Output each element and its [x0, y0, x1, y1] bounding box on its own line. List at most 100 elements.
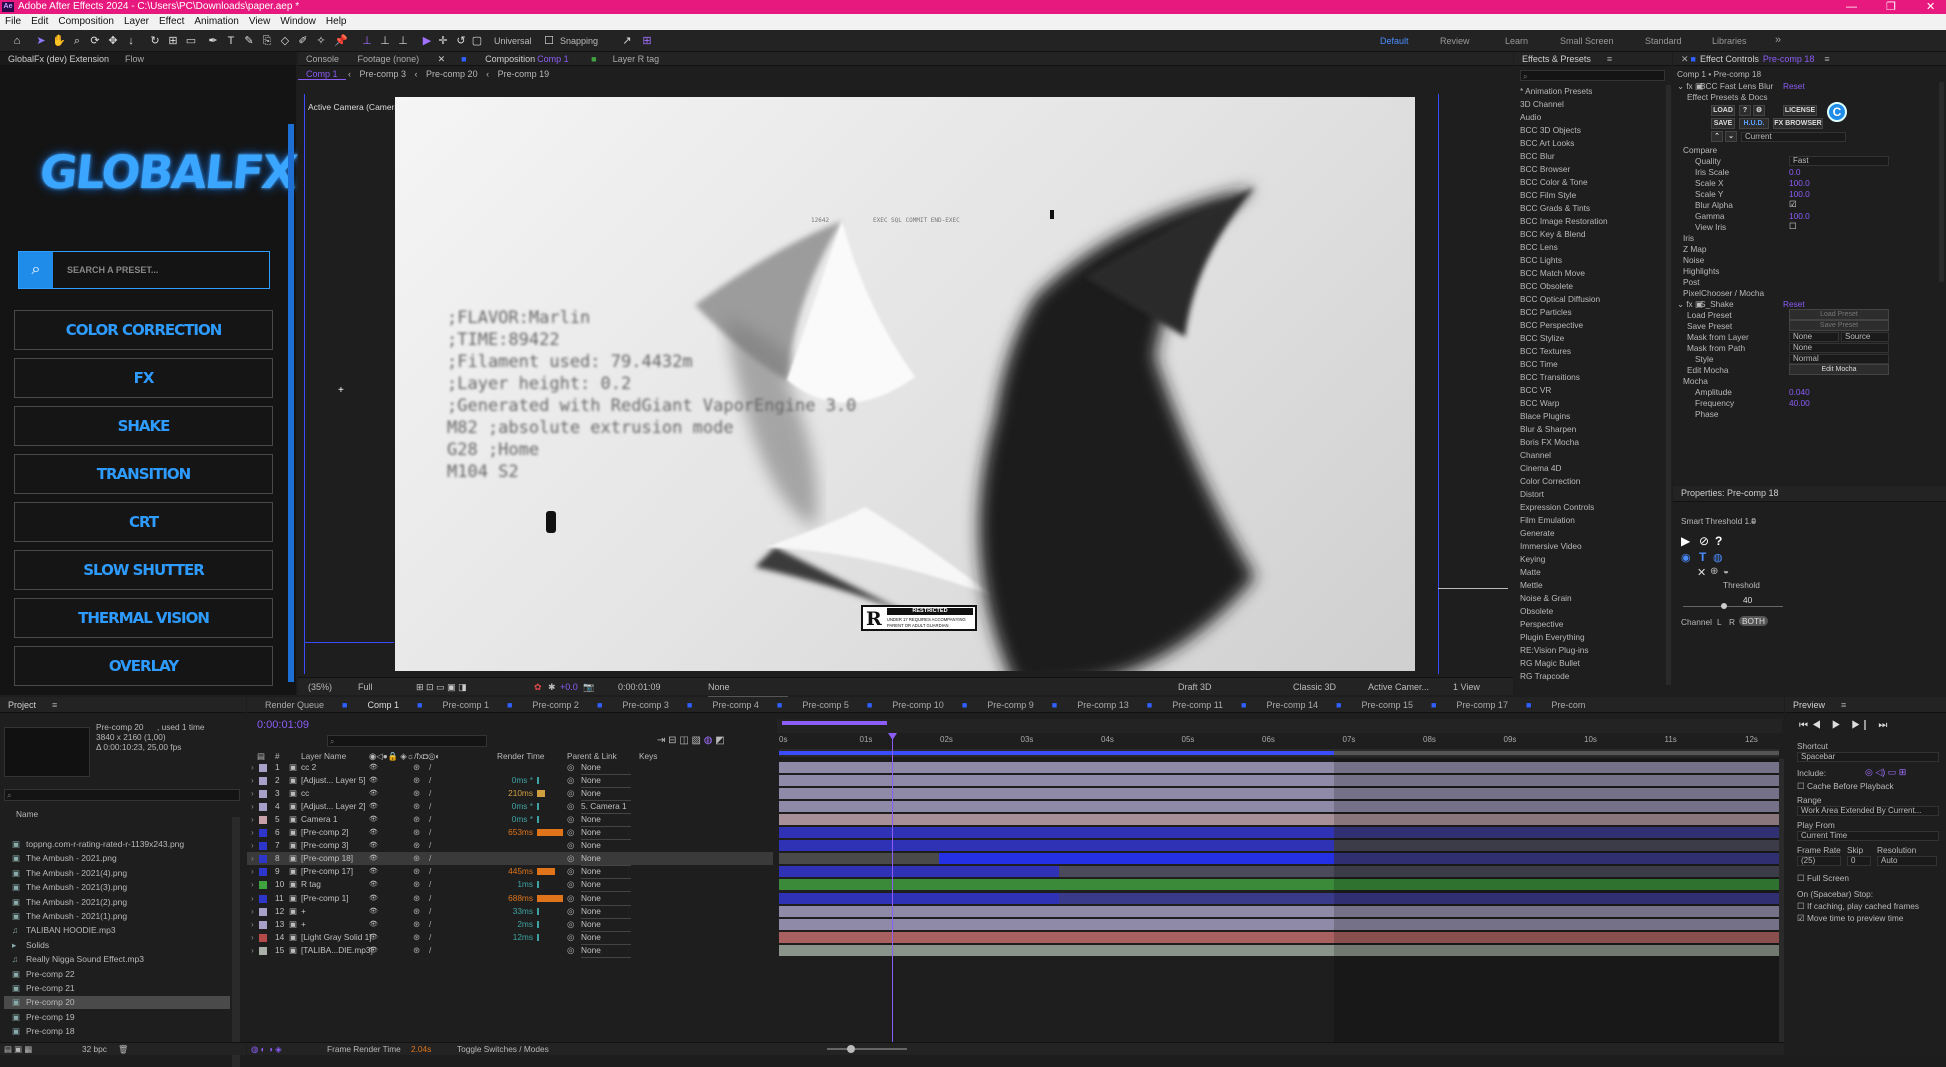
expand-arrow-icon[interactable]: ›: [251, 800, 254, 813]
layer-name[interactable]: [Adjust... Layer 2]: [301, 800, 366, 813]
pickwhip-icon[interactable]: ◎: [567, 878, 574, 891]
roto-tool-icon[interactable]: ✐: [296, 34, 310, 48]
layer-name[interactable]: [Pre-comp 1]: [301, 892, 349, 905]
snapping-checkbox-icon[interactable]: ☐: [542, 34, 556, 48]
preset-down-icon[interactable]: ⌄: [1725, 131, 1737, 142]
views-dropdown[interactable]: 1 View: [1453, 678, 1480, 696]
gear-icon[interactable]: ⚙: [1753, 105, 1765, 116]
if-caching-label[interactable]: If caching, play cached frames: [1807, 901, 1919, 911]
layer-name[interactable]: [Pre-comp 2]: [301, 826, 349, 839]
shy-icon[interactable]: ⊛: [413, 944, 420, 957]
layer-duration-bar[interactable]: [779, 827, 1334, 839]
project-item[interactable]: ♫ Really Nigga Sound Effect.mp3: [4, 953, 230, 966]
expand-arrow-icon[interactable]: ›: [251, 839, 254, 852]
effects-category[interactable]: Blace Plugins: [1520, 411, 1570, 421]
timeline-footer-icons[interactable]: ◍ ◐ ◑ ◈: [251, 1044, 282, 1054]
effects-category[interactable]: BCC Blur: [1520, 151, 1555, 161]
resolution-dropdown[interactable]: Auto: [1877, 856, 1937, 866]
presets-docs-label[interactable]: Effect Presets & Docs: [1687, 92, 1768, 102]
timeline-tab[interactable]: Pre-comp 2: [514, 697, 597, 712]
pan-tool-icon[interactable]: ✥: [106, 34, 120, 48]
cache-checkbox-icon[interactable]: ☐: [1797, 781, 1804, 791]
license-button[interactable]: LICENSE: [1783, 105, 1817, 116]
timeline-layer-row[interactable]: › 14 ▣ [Light Gray Solid 1] 👁 ⊛ / 12ms ◎ None: [247, 931, 773, 945]
draft3d-toggle[interactable]: Draft 3D: [1178, 678, 1212, 696]
parent-dropdown[interactable]: None: [581, 839, 631, 854]
amplitude-value[interactable]: 0.040: [1789, 387, 1810, 397]
workspace-libraries[interactable]: Libraries: [1712, 36, 1747, 46]
effects-category[interactable]: BCC Lens: [1520, 242, 1558, 252]
playhead[interactable]: [892, 733, 893, 1055]
quality-icon[interactable]: /: [429, 905, 431, 918]
visibility-icon[interactable]: 👁: [369, 826, 378, 839]
parent-dropdown[interactable]: None: [581, 787, 631, 802]
timeline-layer-row[interactable]: › 12 ▣ + 👁 ⊛ / 33ms ◎ None: [247, 905, 773, 919]
pickwhip-icon[interactable]: ◎: [567, 865, 574, 878]
pin-tool-icon[interactable]: 📌: [334, 34, 348, 48]
menu-file[interactable]: File: [0, 14, 26, 30]
quality-dropdown[interactable]: Fast: [1789, 156, 1889, 166]
help-icon[interactable]: ?: [1739, 105, 1751, 116]
eraser-tool-icon[interactable]: ◇: [278, 34, 292, 48]
mask-source-dropdown[interactable]: Source: [1841, 332, 1889, 342]
menu-composition[interactable]: Composition: [53, 14, 119, 30]
work-area-bar[interactable]: [777, 719, 1782, 733]
workspace-learn[interactable]: Learn: [1505, 36, 1528, 46]
zoom-tool-icon[interactable]: ⌕: [70, 34, 84, 48]
lock-icon[interactable]: ■: [1689, 52, 1698, 65]
shy-icon[interactable]: ⊛: [413, 878, 420, 891]
highlights-group[interactable]: Highlights: [1683, 266, 1719, 276]
effects-category[interactable]: BCC Stylize: [1520, 333, 1564, 343]
clone-tool-icon[interactable]: ⎘: [260, 34, 274, 48]
expand-arrow-icon[interactable]: ›: [251, 826, 254, 839]
menu-layer[interactable]: Layer: [119, 14, 154, 30]
effects-category[interactable]: Audio: [1520, 112, 1541, 122]
layer-label-color[interactable]: [259, 907, 267, 916]
view-iris-checkbox[interactable]: ☐: [1789, 221, 1796, 231]
current-time[interactable]: 0:00:01:09: [618, 678, 661, 696]
layer-label-color[interactable]: [259, 868, 267, 877]
project-item[interactable]: ▸ Solids: [4, 939, 230, 952]
timeline-tools-icon[interactable]: ⇥ ⊟ ◫ ▧ ◍ ◩: [657, 735, 725, 746]
parent-dropdown[interactable]: None: [581, 826, 631, 841]
layer-label-color[interactable]: [259, 946, 267, 955]
timeline-layer-row[interactable]: › 5 ▣ Camera 1 👁 ⊛ / 0ms * ◎ None: [247, 813, 773, 828]
layer-label-color[interactable]: [259, 790, 267, 799]
layer-name[interactable]: R tag: [301, 878, 321, 891]
effects-category[interactable]: BCC Browser: [1520, 164, 1570, 174]
exposure-icon[interactable]: ✱: [548, 678, 556, 696]
pickwhip-icon[interactable]: ◎: [567, 892, 574, 905]
effects-category[interactable]: RG Trapcode: [1520, 671, 1569, 681]
fx2-reset[interactable]: Reset: [1783, 299, 1805, 309]
close-icon[interactable]: ✕: [1697, 566, 1706, 579]
quality-icon[interactable]: /: [429, 826, 431, 839]
playback-controls-icon[interactable]: ⏮◀ ▶ ▶▏⏭: [1799, 720, 1891, 731]
scale-y-value[interactable]: 100.0: [1789, 189, 1810, 199]
visibility-icon[interactable]: 👁: [369, 944, 378, 957]
visibility-icon[interactable]: 👁: [369, 761, 378, 774]
hud-button[interactable]: H.U.D.: [1739, 118, 1769, 129]
zoom-slider-handle[interactable]: [847, 1045, 855, 1053]
project-item[interactable]: ▣ The Ambush - 2021(3).png: [4, 881, 230, 894]
parent-dropdown[interactable]: None: [581, 813, 631, 828]
visibility-icon[interactable]: 👁: [369, 918, 378, 931]
expand-arrow-icon[interactable]: ›: [251, 865, 254, 878]
preset-search-field[interactable]: ⌕ SEARCH A PRESET...: [18, 251, 270, 289]
effects-category[interactable]: Mettle: [1520, 580, 1543, 590]
universal-label[interactable]: Universal: [494, 36, 532, 46]
bpc-label[interactable]: 32 bpc: [82, 1044, 107, 1054]
expand-arrow-icon[interactable]: ›: [251, 944, 254, 957]
post-group[interactable]: Post: [1683, 277, 1700, 287]
timeline-tab[interactable]: Render Queue: [247, 697, 342, 712]
globalfx-scrollbar[interactable]: [288, 124, 294, 682]
expand-arrow-icon[interactable]: ›: [251, 918, 254, 931]
search-icon[interactable]: ⌕: [19, 252, 53, 288]
quality-icon[interactable]: /: [429, 931, 431, 944]
layer-label-color[interactable]: [259, 894, 267, 903]
work-area-range[interactable]: [782, 721, 887, 725]
expand-arrow-icon[interactable]: ›: [251, 878, 254, 891]
effects-category[interactable]: * Animation Presets: [1520, 86, 1592, 96]
quality-icon[interactable]: /: [429, 800, 431, 813]
interpret-footage-icon[interactable]: ▤ ▣ ▦: [4, 1044, 32, 1054]
gamma-value[interactable]: 100.0: [1789, 211, 1810, 221]
